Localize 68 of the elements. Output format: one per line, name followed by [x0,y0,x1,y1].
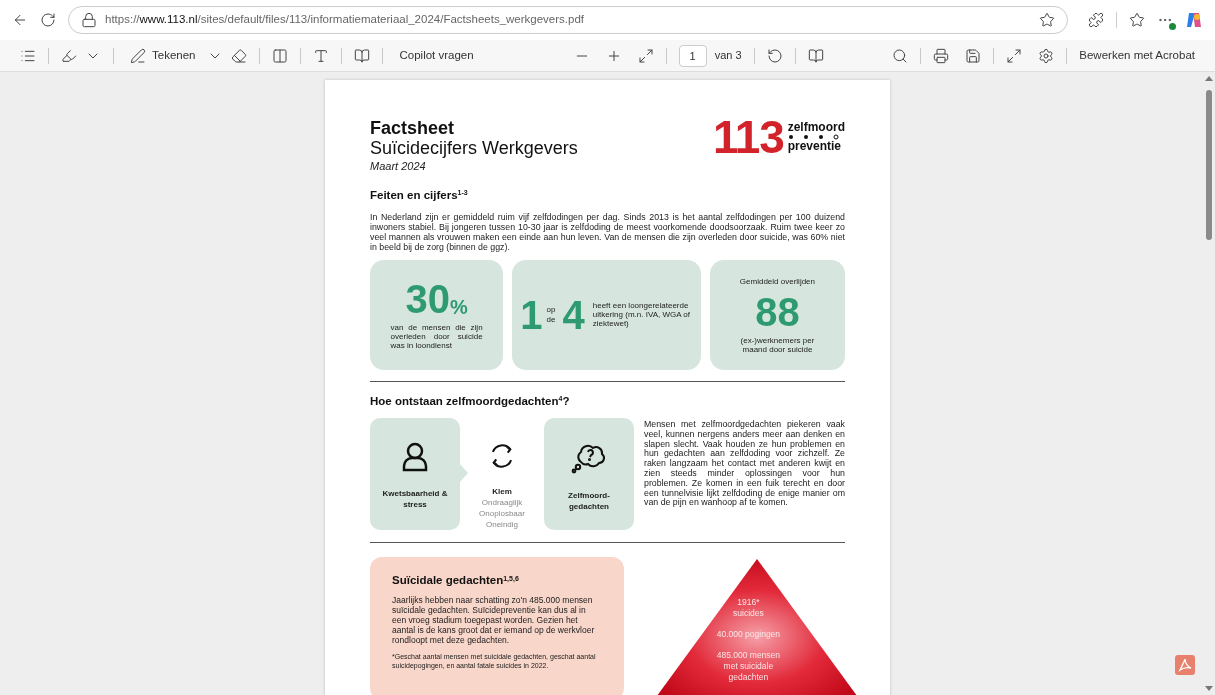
text-box-icon[interactable] [272,47,289,64]
favorites-icon[interactable] [1129,12,1145,28]
flow-subtitle: Onoplosbaar [479,508,525,519]
logo-word: preventie [787,141,842,152]
stat-caption: (ex-)werknemers per maand door suicide [739,335,816,354]
back-icon[interactable] [12,12,28,28]
address-bar[interactable]: https://www.113.nl/sites/default/files/113/informatiemateriaal_2024/Factsheets_werkgevers.pdf [68,6,1068,34]
stat-connector: op de [546,304,557,325]
star-icon[interactable] [1039,12,1055,28]
assistant-logo-icon[interactable] [1185,11,1203,29]
paragraph: In Nederland zijn er gemiddeld ruim vijf zelfdodingen per dag. Sinds 2013 is het aantal zelfdodingen per 100 duizend inwoners stabiel. Bij jongeren tussen 10-30 jaar is zelfdoding de meest voorkomende doodsoorzaak. Ruim twee keer zo veel mannen als vrouwen maken een einde aan hun leven. Van de mensen die zijn overleden door suicide, was 60% niet in beeld bij de zorg (binnen de ggz). [370,211,845,252]
stat-number: 30 [405,279,450,320]
stat-caption: heeft een loongerelateerde uitkering (m.n. IVA, WGA of ziektewet) [592,301,691,329]
pen-icon [130,47,146,64]
logo-dots-icon [787,133,840,141]
flow-subtitle: Ondraaglijk [481,497,523,508]
settings-icon[interactable] [1038,47,1055,64]
stat-label: Gemiddeld overlijden [739,275,815,288]
page-count: van 3 [714,48,742,64]
document-date: Maart 2024 [370,159,427,174]
pyramid-label: 1916* [737,597,760,608]
rotate-icon[interactable] [766,47,783,64]
section-heading: Feiten en cijfers$^{1-3}$ [370,187,469,203]
paragraph: Mensen met zelfmoordgedachten piekeren vaak veel, kunnen nergens anders meer aan denken en slapen slecht. Vaak houden ze hun problemen en hun gedachten aan zelfdoding voor zichzelf. Ze raken langzaam het contact met anderen kwijt en zien steeds minder oplossingen voor hun problemen. Ze komen in een fuik terecht en door een tunnelvisie lijkt zelfdoding de enige manier om van de pijn en wanhoop af te komen. [644,420,845,509]
edit-with-acrobat-button[interactable]: Bewerken met Acrobat [1079,46,1195,65]
scroll-down-arrow-icon[interactable] [1205,686,1213,691]
save-icon[interactable] [965,47,982,64]
card-heading: Suïcidale gedachten$^{1,5,6}$ [392,573,520,588]
scrollbar-thumb[interactable] [1206,90,1212,240]
lock-icon [81,12,97,28]
logo-word: zelfmoord [787,122,845,133]
pdf-app-icon[interactable] [1175,655,1195,675]
pyramid-label: 485.000 mensen [716,650,781,661]
pyramid-label: suicides [733,608,764,619]
document-title: Factsheet [370,118,456,138]
eraser-icon[interactable] [231,47,248,64]
pyramid-label: gedachten [728,672,769,683]
paragraph: Jaarlijks hebben naar schatting zo'n 485.000 mensen suïcidale gedachten. Suïcidepreventie kan dus al in een vroeg stadium toegepast worden. Gezien het aantal is de kans groot dat er iemand op de werkvloer rondloopt met deze gedachten. [392,595,596,646]
fit-page-icon[interactable] [637,47,654,64]
pyramid-label: met suicidale [723,661,774,672]
stat-number: 1 [520,294,543,335]
page-view-icon[interactable] [807,47,824,64]
highlighter-icon[interactable] [61,47,77,64]
search-icon[interactable] [892,47,909,64]
print-icon[interactable] [933,47,950,64]
page-number-field[interactable]: 1 [678,44,707,67]
draw-button[interactable]: Tekenen [126,46,200,65]
text-size-icon[interactable] [313,47,330,64]
section-heading: Hoe ontstaan zelfmoordgedachten$^{4}$? [370,393,571,409]
document-subtitle: Suïcidecijfers Werkgevers [370,138,578,158]
person-icon [401,442,429,472]
thought-bubble-icon [571,442,607,474]
reload-icon[interactable] [40,12,56,28]
scroll-up-arrow-icon[interactable] [1205,76,1213,81]
stat-caption: van de mensen die zijn overleden door suicide was in loondienst [390,323,483,351]
extension-icon[interactable] [1088,12,1104,28]
url-text: https://www.113.nl/sites/default/files/113/informatiemateriaal_2024/Factsheets_werkgevers.pdf [105,12,586,28]
stat-number: 4 [562,294,585,335]
stat-unit: % [449,297,468,318]
pyramid-label: 40.000 pogingen [716,629,781,640]
logo-number: 113 [712,114,784,160]
stat-number: 88 [755,291,800,332]
expand-icon[interactable] [1006,47,1023,64]
flow-title: Klem [492,486,512,497]
flow-subtitle: Oneindig [486,519,518,530]
copilot-button[interactable]: Copilot vragen [395,46,478,65]
flow-title: Zelfmoord-gedachten [567,490,611,512]
flow-title: Kwetsbaarheid & stress [381,488,449,510]
